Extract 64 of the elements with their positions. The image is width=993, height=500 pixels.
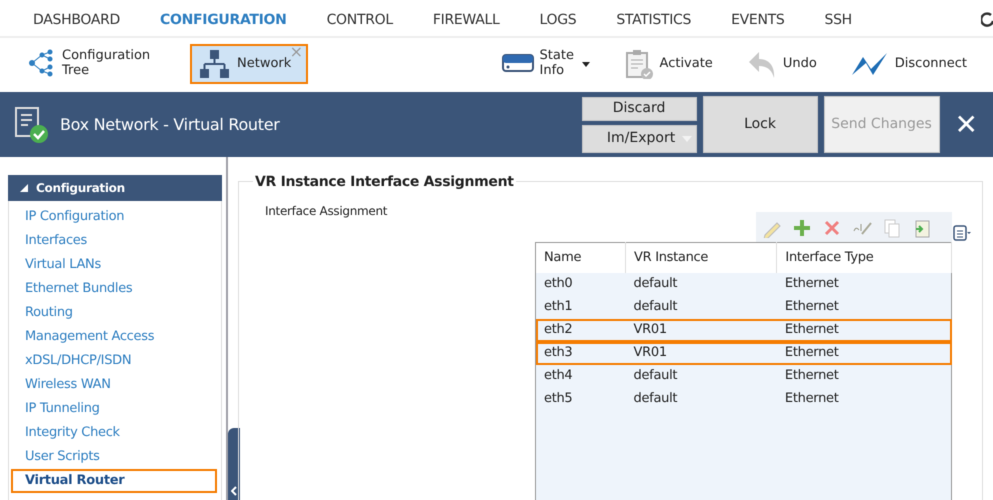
table-cell: Ethernet bbox=[776, 318, 952, 342]
triangle-icon bbox=[20, 184, 28, 192]
table-cell: eth1 bbox=[536, 296, 626, 318]
collapse-handle[interactable] bbox=[228, 428, 240, 500]
sidebar-item[interactable]: Virtual LANs bbox=[11, 253, 217, 277]
table-cell: Ethernet bbox=[776, 272, 952, 296]
table-cell: eth2 bbox=[536, 318, 626, 342]
table-cell: Ethernet bbox=[776, 342, 952, 364]
table-cell: eth4 bbox=[536, 364, 626, 388]
sidebar-item[interactable]: Integrity Check bbox=[11, 421, 217, 445]
column-header[interactable]: Name bbox=[536, 242, 626, 272]
caret-icon bbox=[582, 62, 590, 66]
add-icon bbox=[792, 218, 812, 238]
table-cell: VR01 bbox=[626, 318, 777, 342]
page-title: Box Network - Virtual Router bbox=[60, 114, 280, 134]
table-cell: default bbox=[626, 296, 777, 318]
sidebar-item[interactable]: Wireless WAN bbox=[11, 373, 217, 397]
table-cell: default bbox=[626, 388, 777, 410]
nav-tab[interactable]: CONFIGURATION bbox=[160, 0, 287, 36]
table-cell: Ethernet bbox=[776, 388, 952, 410]
table-cell: eth0 bbox=[536, 272, 626, 296]
list-menu-button[interactable] bbox=[952, 224, 972, 242]
sidebar-item[interactable]: Ethernet Bundles bbox=[11, 277, 217, 301]
column-header[interactable]: VR Instance bbox=[626, 242, 777, 272]
lock-button[interactable]: Lock bbox=[702, 96, 818, 153]
table-cell: eth5 bbox=[536, 388, 626, 410]
toolbar-button[interactable]: State Info bbox=[494, 45, 598, 83]
table-cell: eth3 bbox=[536, 342, 626, 364]
field-label: Interface Assignment bbox=[265, 203, 388, 220]
sidebar-item[interactable]: Routing bbox=[11, 301, 217, 325]
discard-button[interactable]: Discard bbox=[582, 96, 697, 120]
close-button[interactable]: ✕ bbox=[954, 110, 979, 140]
sidebar-item[interactable]: Virtual Router bbox=[11, 469, 217, 493]
nav-tab[interactable]: FIREWALL bbox=[432, 0, 500, 36]
activate-icon bbox=[624, 49, 654, 79]
network-icon bbox=[198, 49, 231, 79]
sidebar-item[interactable]: IP Tunneling bbox=[11, 397, 217, 421]
refresh-icon bbox=[981, 11, 993, 30]
toolbar-button[interactable]: Activate bbox=[616, 45, 721, 83]
import-export-button[interactable]: Im/Export bbox=[582, 124, 697, 152]
sidebar-item[interactable]: Interfaces bbox=[11, 229, 217, 253]
toolbar-button[interactable]: Configuration Tree bbox=[20, 45, 152, 83]
sidebar-item[interactable]: User Scripts bbox=[11, 445, 217, 469]
toolbar-button[interactable]: Disconnect bbox=[842, 45, 975, 83]
toolbar-button[interactable]: Undo bbox=[738, 45, 825, 83]
nav-tab[interactable]: LOGS bbox=[539, 0, 576, 36]
nav-tab[interactable]: DASHBOARD bbox=[33, 0, 120, 36]
copy-icon bbox=[882, 218, 902, 238]
sidebar-item[interactable]: Management Access bbox=[11, 325, 217, 349]
table-cell: VR01 bbox=[626, 342, 777, 364]
nav-tab[interactable]: SSH bbox=[824, 0, 852, 36]
list-menu-icon bbox=[952, 224, 972, 242]
table-cell: Ethernet bbox=[776, 364, 952, 388]
nav-tab[interactable]: EVENTS bbox=[731, 0, 784, 36]
table-cell: Ethernet bbox=[776, 296, 952, 318]
table-cell: default bbox=[626, 364, 777, 388]
nav-tab[interactable]: STATISTICS bbox=[616, 0, 692, 36]
sidebar-section-header[interactable]: Configuration bbox=[8, 175, 222, 201]
sidebar-item[interactable]: IP Configuration bbox=[11, 205, 217, 229]
column-header[interactable]: Interface Type bbox=[776, 242, 952, 272]
table-cell: default bbox=[626, 272, 777, 296]
nav-tab[interactable]: CONTROL bbox=[326, 0, 393, 36]
chevron-icon bbox=[231, 486, 237, 496]
sidebar-item[interactable]: xDSL/DHCP/ISDN bbox=[11, 349, 217, 373]
